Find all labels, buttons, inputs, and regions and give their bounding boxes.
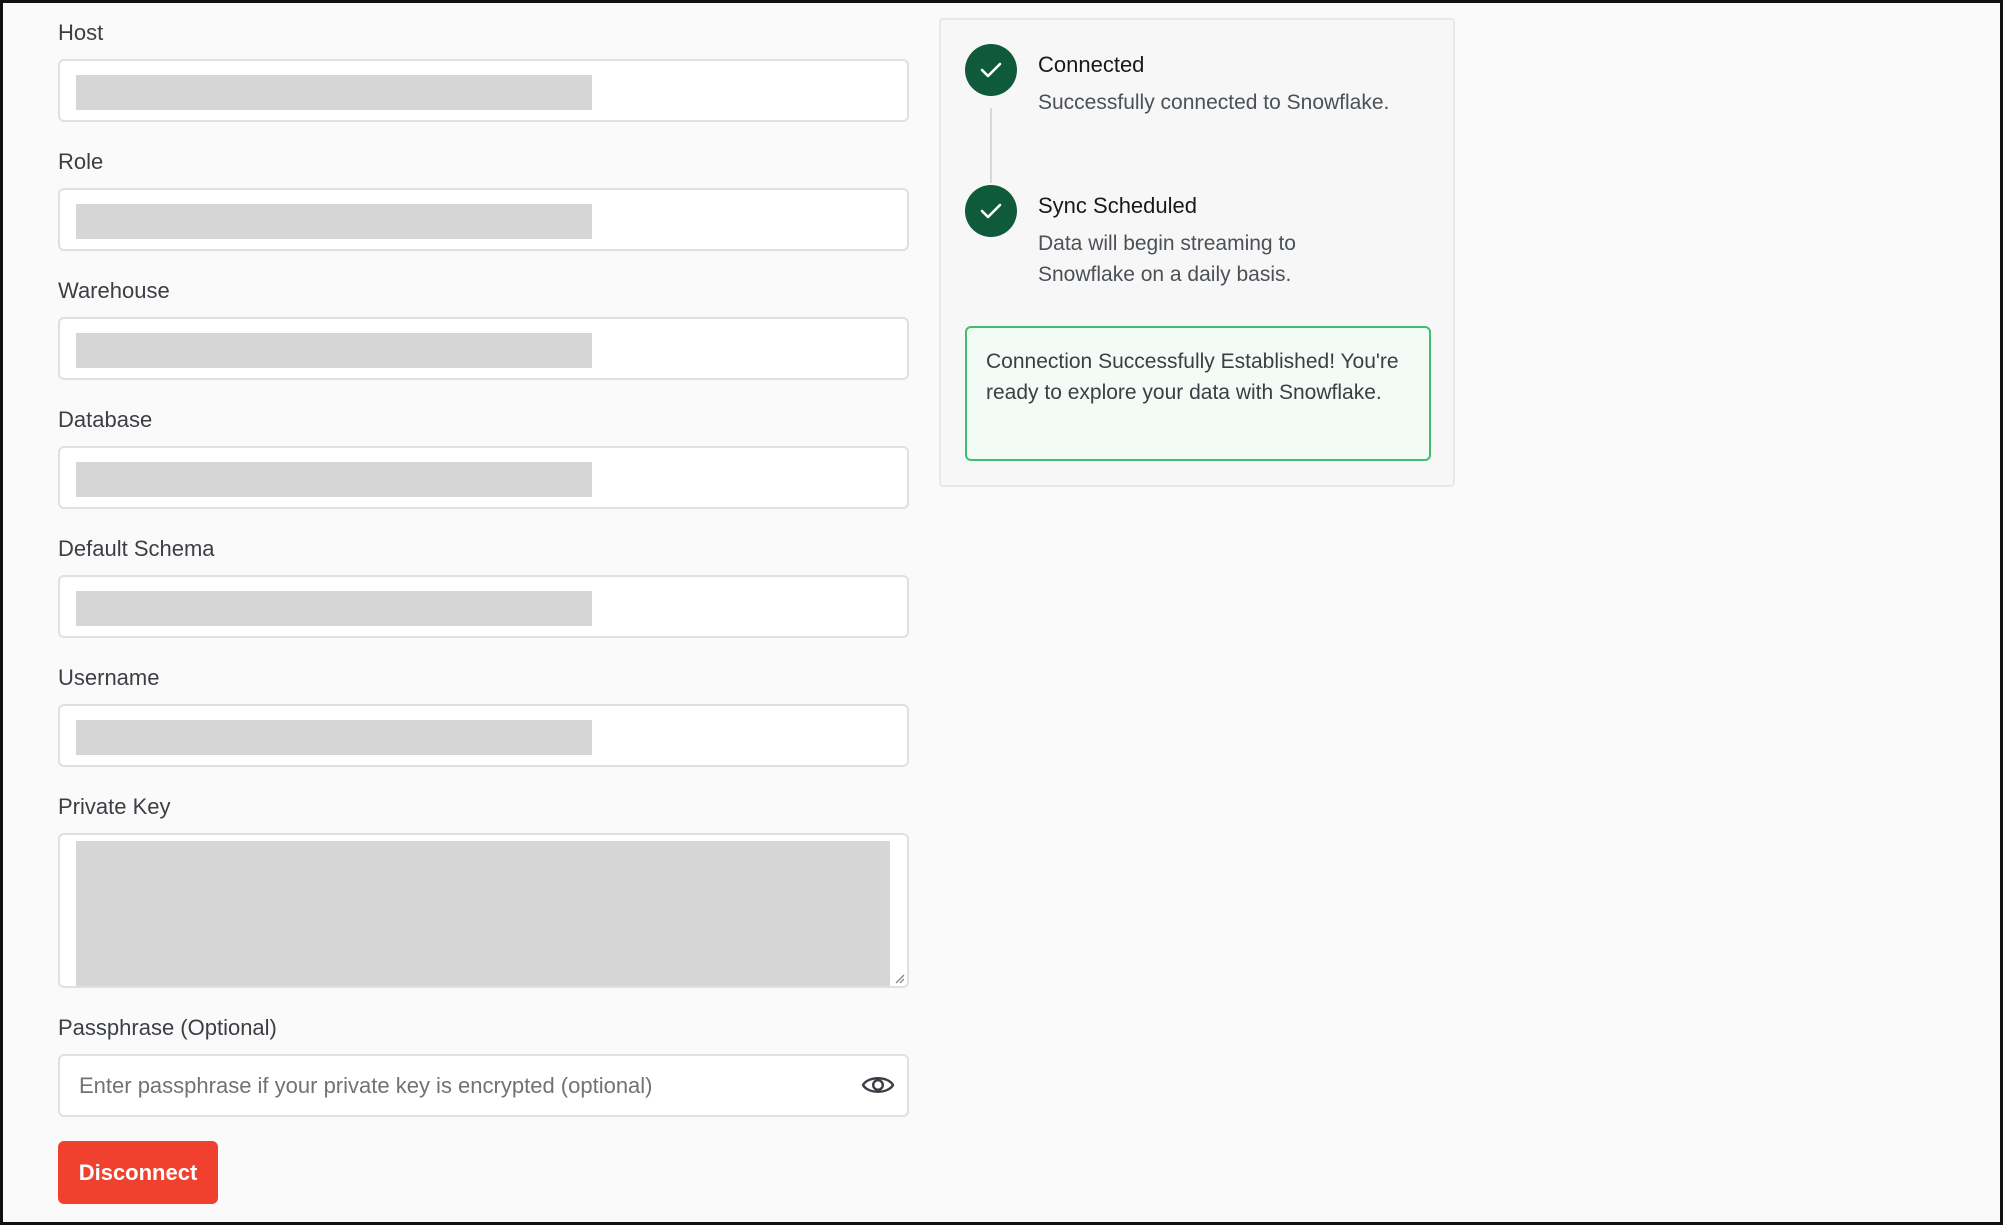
redacted-value xyxy=(76,333,592,368)
redacted-value xyxy=(76,204,592,239)
username-label: Username xyxy=(58,665,160,690)
private-key-textarea[interactable] xyxy=(58,833,909,988)
check-icon xyxy=(965,185,1017,237)
database-input[interactable] xyxy=(58,446,909,509)
host-field: Host xyxy=(58,17,909,122)
step-text: Connected Successfully connected to Snow… xyxy=(1038,49,1448,118)
role-label: Role xyxy=(58,149,104,174)
step-description: Successfully connected to Snowflake. xyxy=(1038,91,1390,114)
passphrase-label: Passphrase (Optional) xyxy=(58,1015,277,1040)
host-input[interactable] xyxy=(58,59,909,122)
warehouse-field: Warehouse xyxy=(58,275,909,380)
role-input[interactable] xyxy=(58,188,909,251)
step-connector xyxy=(990,108,992,183)
page-frame: Host Role Warehouse Database Default Sch xyxy=(0,0,2003,1225)
private-key-field: Private Key xyxy=(58,791,909,988)
default-schema-label: Default Schema xyxy=(58,536,215,561)
resize-handle-icon[interactable] xyxy=(893,972,905,984)
role-field: Role xyxy=(58,146,909,251)
step-text: Sync Scheduled Data will begin streaming… xyxy=(1038,190,1448,290)
redacted-value xyxy=(76,841,890,986)
step-description: Data will begin streaming to Snowflake o… xyxy=(1038,232,1296,286)
redacted-value xyxy=(76,462,592,497)
disconnect-button[interactable]: Disconnect xyxy=(58,1141,218,1204)
default-schema-field: Default Schema xyxy=(58,533,909,638)
success-alert: Connection Successfully Established! You… xyxy=(965,326,1431,461)
redacted-value xyxy=(76,591,592,626)
step-title: Connected xyxy=(1038,52,1145,77)
eye-icon[interactable] xyxy=(861,1070,895,1100)
step-title: Sync Scheduled xyxy=(1038,193,1197,218)
redacted-value xyxy=(76,720,592,755)
username-field: Username xyxy=(58,662,909,767)
warehouse-label: Warehouse xyxy=(58,278,170,303)
redacted-value xyxy=(76,75,592,110)
passphrase-wrapper xyxy=(58,1054,909,1117)
warehouse-input[interactable] xyxy=(58,317,909,380)
database-field: Database xyxy=(58,404,909,509)
username-input[interactable] xyxy=(58,704,909,767)
private-key-label: Private Key xyxy=(58,794,171,819)
passphrase-field: Passphrase (Optional) xyxy=(58,1012,909,1117)
host-label: Host xyxy=(58,20,104,45)
check-icon xyxy=(965,44,1017,96)
database-label: Database xyxy=(58,407,153,432)
connection-status-panel: Connected Successfully connected to Snow… xyxy=(939,18,1455,487)
connection-form: Host Role Warehouse Database Default Sch xyxy=(58,17,909,1141)
passphrase-input[interactable] xyxy=(58,1054,909,1117)
default-schema-input[interactable] xyxy=(58,575,909,638)
